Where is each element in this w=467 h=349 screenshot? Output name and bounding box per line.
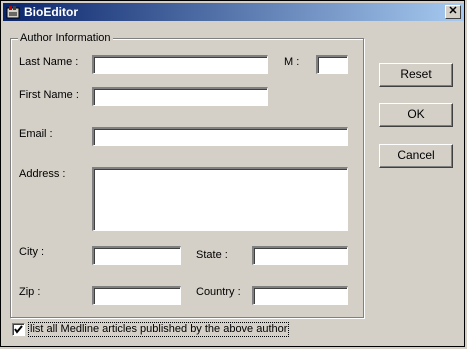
email-input[interactable]	[92, 127, 348, 146]
last-name-label: Last Name :	[19, 56, 79, 68]
city-input[interactable]	[92, 246, 181, 265]
close-icon: ✕	[448, 5, 458, 17]
country-label: Country :	[196, 286, 241, 298]
city-label: City :	[19, 246, 45, 258]
zip-label: Zip :	[19, 286, 41, 298]
window-title: BioEditor	[24, 5, 78, 19]
middle-initial-label: M :	[284, 56, 300, 68]
state-input[interactable]	[252, 246, 348, 265]
email-label: Email :	[19, 128, 53, 140]
ok-button[interactable]: OK	[379, 103, 453, 127]
author-info-legend: Author Information	[18, 32, 113, 44]
list-medline-checkbox[interactable]	[12, 323, 25, 336]
first-name-label: First Name :	[19, 89, 79, 101]
address-input[interactable]	[92, 167, 348, 231]
list-medline-label[interactable]: list all Medline articles published by t…	[28, 322, 290, 337]
address-label: Address :	[19, 168, 66, 180]
country-input[interactable]	[252, 286, 348, 305]
zip-input[interactable]	[92, 286, 181, 305]
last-name-input[interactable]	[92, 55, 268, 74]
cancel-button[interactable]: Cancel	[379, 144, 453, 168]
close-button[interactable]: ✕	[445, 5, 461, 19]
bioeditor-window: BioEditor ✕ Author Information Last Name…	[0, 0, 465, 347]
first-name-input[interactable]	[92, 87, 268, 106]
checkmark-icon	[14, 325, 23, 334]
middle-initial-input[interactable]	[316, 55, 348, 74]
reset-button[interactable]: Reset	[379, 63, 453, 87]
state-label: State :	[196, 249, 228, 261]
title-bar[interactable]: BioEditor ✕	[3, 3, 464, 21]
bioeditor-app-icon	[6, 5, 20, 19]
